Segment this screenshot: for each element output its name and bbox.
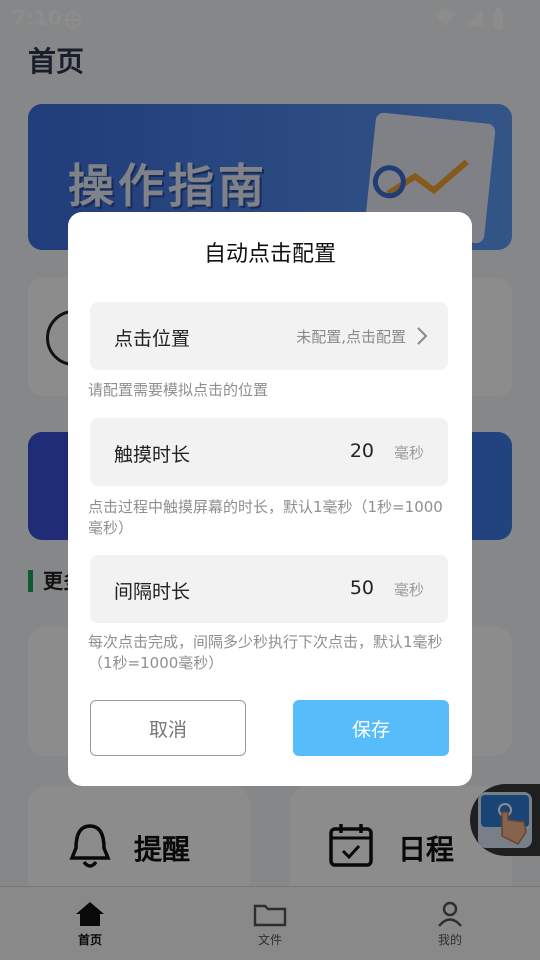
- touch-duration-label: 触摸时长: [114, 444, 191, 466]
- click-position-label: 点击位置: [114, 328, 191, 350]
- touch-duration-input[interactable]: 20: [350, 440, 374, 462]
- dialog-title: 自动点击配置: [203, 242, 336, 267]
- touch-duration-hint: 点击过程中触摸屏幕的时长，默认1毫秒（1秒=1000毫秒）: [88, 498, 443, 537]
- interval-label: 间隔时长: [114, 581, 191, 603]
- interval-unit: 毫秒: [393, 581, 424, 599]
- click-position-row[interactable]: 点击位置 未配置,点击配置: [90, 302, 448, 370]
- interval-input[interactable]: 50: [350, 577, 374, 599]
- touch-duration-unit: 毫秒: [393, 444, 424, 462]
- save-button[interactable]: 保存: [293, 700, 449, 756]
- auto-click-config-dialog: 自动点击配置 点击位置 未配置,点击配置 请配置需要模拟点击的位置 触摸时长 2…: [68, 212, 472, 786]
- interval-hint: 每次点击完成，间隔多少秒执行下次点击，默认1毫秒（1秒=1000毫秒）: [88, 633, 443, 672]
- chevron-right-icon: [416, 326, 428, 350]
- touch-duration-row: 触摸时长 20 毫秒: [90, 418, 448, 486]
- cancel-button[interactable]: 取消: [90, 700, 246, 756]
- click-position-value: 未配置,点击配置: [296, 328, 406, 346]
- interval-row: 间隔时长 50 毫秒: [90, 555, 448, 623]
- click-position-hint: 请配置需要模拟点击的位置: [88, 381, 269, 399]
